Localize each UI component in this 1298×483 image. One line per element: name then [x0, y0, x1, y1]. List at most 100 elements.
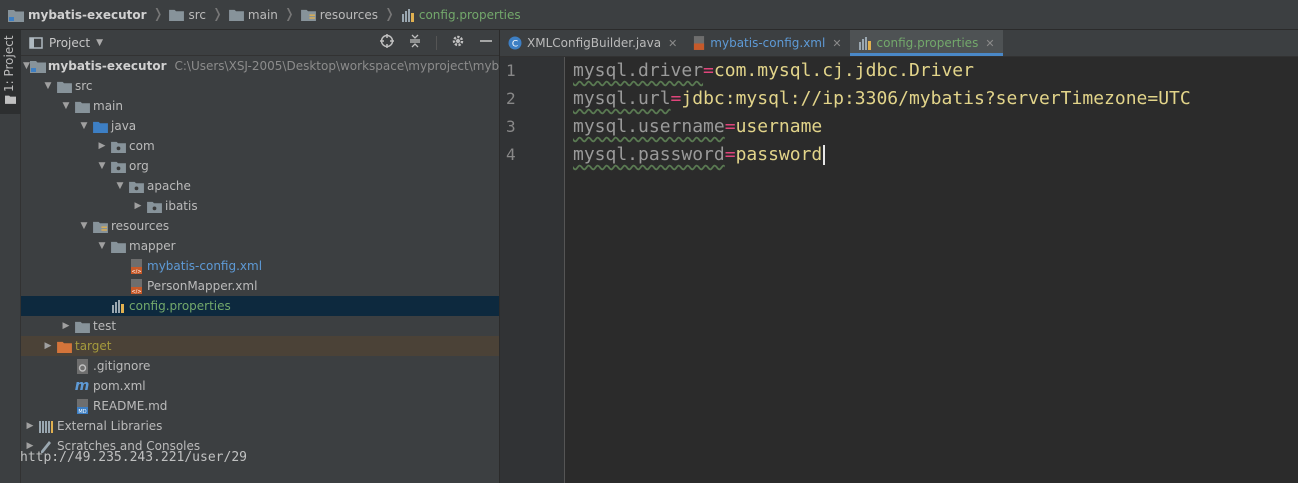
breadcrumb-item-resources[interactable]: resources [300, 0, 378, 30]
minimize-icon[interactable] [479, 34, 493, 52]
breadcrumb-separator: ❭ [212, 7, 223, 22]
code-line[interactable]: mysql.driver=com.mysql.cj.jdbc.Driver [573, 60, 974, 81]
tree-row-main[interactable]: ▼ main [21, 96, 499, 116]
gear-icon[interactable] [451, 34, 465, 52]
tree-item-label: ibatis [165, 199, 198, 213]
chevron-right-icon[interactable]: ▶ [131, 201, 145, 211]
tree-item-label: src [75, 79, 93, 93]
tree-row-person-mapper[interactable]: </> PersonMapper.xml [21, 276, 499, 296]
tree-row-config-properties[interactable]: config.properties [21, 296, 499, 316]
tree-item-label: test [93, 319, 117, 333]
chevron-down-icon[interactable]: ▼ [95, 161, 109, 171]
tree-item-label: resources [111, 219, 170, 233]
svg-text:</>: </> [131, 289, 141, 294]
chevron-down-icon[interactable]: ▼ [41, 81, 55, 91]
close-icon[interactable]: ✕ [832, 37, 841, 50]
breadcrumb-item-main[interactable]: main [228, 0, 278, 30]
tree-row-src[interactable]: ▼ src [21, 76, 499, 96]
excluded-folder-icon [56, 341, 72, 353]
module-folder-icon [29, 61, 46, 73]
breadcrumb-item-project[interactable]: mybatis-executor [8, 0, 147, 30]
project-panel-title[interactable]: Project [49, 36, 90, 50]
package-icon [110, 141, 126, 153]
tree-row-external-libraries[interactable]: ▶ External Libraries [21, 416, 499, 436]
properties-file-icon [858, 37, 871, 50]
property-key: mysql.password [573, 144, 725, 165]
tree-item-label: mapper [129, 239, 176, 253]
property-key: mysql.driver [573, 60, 704, 81]
locate-target-icon[interactable] [380, 34, 394, 52]
property-value: username [735, 116, 823, 137]
svg-text:MD: MD [78, 409, 86, 414]
maven-icon: m [74, 378, 90, 394]
close-icon[interactable]: ✕ [985, 37, 994, 50]
tree-item-label: External Libraries [57, 419, 163, 433]
chevron-down-icon[interactable]: ▼ [59, 101, 73, 111]
text-cursor [823, 145, 826, 165]
chevron-down-icon[interactable]: ▼ [77, 221, 91, 231]
tree-item-label: org [129, 159, 149, 173]
code-line[interactable]: mysql.url=jdbc:mysql://ip:3306/mybatis?s… [573, 88, 1191, 109]
java-class-icon: C [508, 36, 522, 50]
property-separator: = [670, 88, 682, 109]
breadcrumb-separator: ❭ [383, 7, 395, 22]
tab-mybatis-config[interactable]: mybatis-config.xml ✕ [685, 30, 849, 56]
chevron-down-icon[interactable]: ▼ [96, 38, 103, 48]
chevron-down-icon[interactable]: ▼ [113, 181, 127, 191]
gitignore-file-icon [76, 358, 88, 374]
tree-row-resources[interactable]: ▼ resources [21, 216, 499, 236]
tree-item-label: apache [147, 179, 191, 193]
chevron-right-icon[interactable]: ▶ [59, 321, 73, 331]
breadcrumb-item-config[interactable]: config.properties [401, 0, 521, 30]
tree-row-ibatis[interactable]: ▶ ibatis [21, 196, 499, 216]
property-key: mysql.username [573, 116, 725, 137]
markdown-file-icon: MD [76, 398, 88, 414]
tree-row-apache[interactable]: ▼ apache [21, 176, 499, 196]
tab-label: XMLConfigBuilder.java [527, 36, 662, 50]
source-folder-icon [92, 121, 108, 133]
chevron-down-icon[interactable]: ▼ [77, 121, 91, 131]
chevron-right-icon[interactable]: ▶ [95, 141, 109, 151]
tree-row-java[interactable]: ▼ java [21, 116, 499, 136]
property-separator: = [724, 144, 736, 165]
property-separator: = [703, 60, 714, 81]
project-tool-tab[interactable]: 1: Project [0, 30, 21, 114]
tree-item-label: README.md [93, 399, 168, 413]
code-line[interactable]: mysql.password=password [573, 144, 826, 165]
breadcrumb-item-src[interactable]: src [169, 0, 206, 30]
project-panel: Project ▼ ▼ mybatis-executor C:\Users\XS… [21, 30, 507, 483]
xml-file-icon: </> [130, 278, 142, 294]
tree-row-org[interactable]: ▼ org [21, 156, 499, 176]
tab-xmlconfigbuilder[interactable]: C XMLConfigBuilder.java ✕ [500, 30, 685, 56]
chevron-down-icon[interactable]: ▼ [23, 61, 30, 71]
tree-row-mapper[interactable]: ▼ mapper [21, 236, 499, 256]
tree-row-mybatis-config[interactable]: </> mybatis-config.xml [21, 256, 499, 276]
tree-row-target[interactable]: ▶ target [21, 336, 499, 356]
tree-row-readme[interactable]: MD README.md [21, 396, 499, 416]
tree-item-label: java [111, 119, 137, 133]
breadcrumb-label: resources [319, 7, 378, 22]
tree-row-com[interactable]: ▶ com [21, 136, 499, 156]
properties-file-icon [112, 300, 124, 313]
tree-row-gitignore[interactable]: .gitignore [21, 356, 499, 376]
folder-icon [74, 101, 90, 113]
tree-row-project-root[interactable]: ▼ mybatis-executor C:\Users\XSJ-2005\Des… [21, 56, 507, 76]
close-icon[interactable]: ✕ [668, 37, 677, 50]
code-line[interactable]: mysql.username=username [573, 116, 822, 137]
breadcrumb-label: src [188, 7, 206, 22]
property-separator: = [724, 116, 736, 137]
chevron-down-icon[interactable]: ▼ [95, 241, 109, 251]
collapse-all-icon[interactable] [408, 34, 422, 52]
chevron-right-icon[interactable]: ▶ [41, 341, 55, 351]
tab-config-properties[interactable]: config.properties ✕ [849, 30, 1003, 56]
project-path: C:\Users\XSJ-2005\Desktop\workspace\mypr… [174, 59, 507, 73]
tree-row-pom[interactable]: m pom.xml [21, 376, 499, 396]
chevron-right-icon[interactable]: ▶ [23, 421, 37, 431]
line-number: 2 [506, 89, 516, 108]
header-divider [436, 36, 437, 50]
tree-item-label: .gitignore [93, 359, 151, 373]
package-icon [110, 161, 126, 173]
tree-row-test[interactable]: ▶ test [21, 316, 499, 336]
tab-label: config.properties [876, 36, 979, 50]
breadcrumb-label: config.properties [418, 7, 521, 22]
